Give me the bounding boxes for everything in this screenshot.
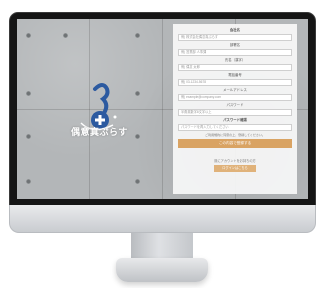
field-label: 氏名（漢字） [224,58,246,62]
name-input[interactable]: 例) 偶意 太郎 [178,64,292,71]
field-label: 会社名 [229,28,241,32]
imac-monitor: 偶意真ぷらす 会社名 例) 株式会社偶意真ぷらす 部署名 例) 営業部 人事課 … [0,0,320,288]
login-prompt: 既にアカウントをお持ちの方 [214,159,256,163]
department-input[interactable]: 例) 営業部 人事課 [178,49,292,56]
login-button[interactable]: ログインはこちら [214,165,256,172]
field-label: パスワード確認 [223,118,247,122]
monitor-stand-foot [116,258,208,282]
monitor-chin [9,205,316,233]
screen: 偶意真ぷらす 会社名 例) 株式会社偶意真ぷらす 部署名 例) 営業部 人事課 … [17,19,308,199]
concrete-hole [26,134,31,139]
company-input[interactable]: 例) 株式会社偶意真ぷらす [178,34,292,41]
field-label: 部署名 [229,43,241,47]
terms-notice: ご利用規約に同意の上、登録してください。 [205,133,265,137]
password-input[interactable]: 半角英数字8文字以上 [178,109,292,116]
concrete-hole [63,33,68,38]
registration-form: 会社名 例) 株式会社偶意真ぷらす 部署名 例) 営業部 人事課 氏名（漢字） … [173,24,297,194]
concrete-hole [26,179,31,184]
concrete-hole [26,33,31,38]
concrete-hole [135,33,140,38]
phone-input[interactable]: 例) 03-1234-5678 [178,79,292,86]
email-input[interactable]: 例) example@company.com [178,94,292,101]
register-button[interactable]: この内容で登録する [178,139,292,148]
password-confirm-input[interactable]: パスワードを再入力してください [178,124,292,131]
concrete-hole [26,91,31,96]
concrete-hole [135,91,140,96]
field-label: 電話番号 [228,73,242,77]
brand-logo-text: 偶意真ぷらす [71,127,128,137]
concrete-hole [135,179,140,184]
brand-logo-icon [80,83,117,131]
field-label: パスワード [226,103,244,107]
field-label: メールアドレス [223,88,247,92]
